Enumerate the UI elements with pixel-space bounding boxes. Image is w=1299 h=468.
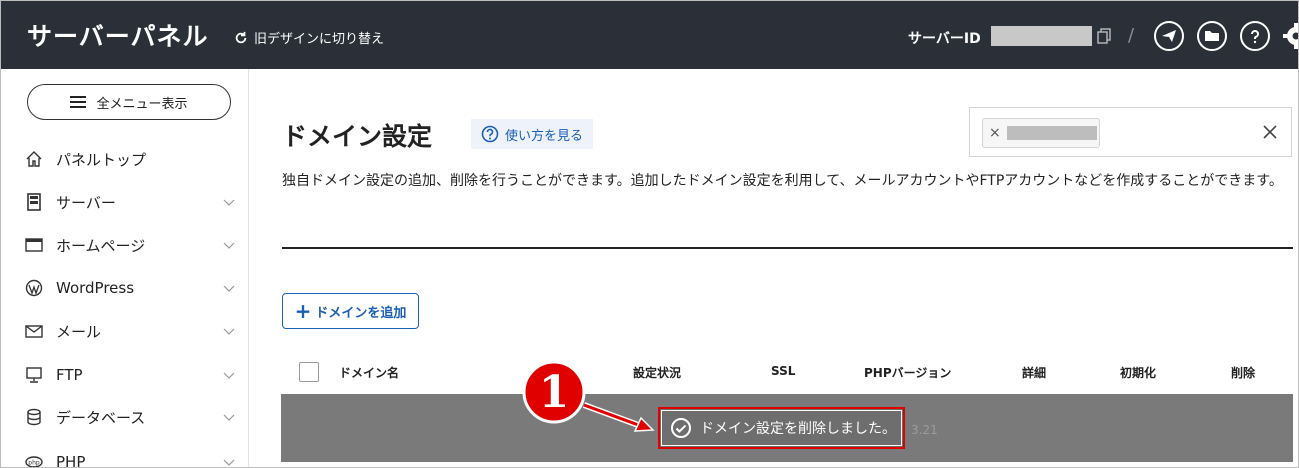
sidebar-item-server[interactable]: サーバー bbox=[9, 185, 249, 219]
help-link[interactable]: 使い方を見る bbox=[471, 119, 594, 149]
row-php-version: 3.21 bbox=[911, 423, 938, 437]
sidebar-item-homepage[interactable]: ホームページ bbox=[9, 228, 249, 262]
sidebar-item-label: メール bbox=[56, 322, 102, 341]
sidebar-item-ftp[interactable]: FTP bbox=[9, 358, 249, 392]
question-circle-icon bbox=[481, 125, 499, 143]
col-php-version: PHPバージョン bbox=[864, 366, 952, 380]
chevron-down-icon bbox=[223, 459, 235, 466]
chevron-down-icon bbox=[223, 285, 235, 292]
switch-design-link[interactable]: 旧デザインに切り替え bbox=[234, 28, 384, 47]
browser-icon bbox=[25, 236, 43, 254]
chip-value bbox=[1006, 126, 1097, 140]
sidebar-item-label: WordPress bbox=[56, 279, 135, 297]
database-icon bbox=[25, 408, 43, 426]
sidebar-item-wordpress[interactable]: WordPress bbox=[9, 271, 249, 305]
sidebar-item-label: PHP bbox=[56, 453, 86, 468]
all-menu-button[interactable]: 全メニュー表示 bbox=[27, 84, 231, 120]
sidebar-item-label: パネルトップ bbox=[56, 150, 147, 169]
col-domain-name[interactable]: ドメイン名 bbox=[339, 364, 399, 381]
section-divider bbox=[282, 247, 1293, 249]
sidebar-item-label: データベース bbox=[56, 408, 146, 427]
sidebar-item-php[interactable]: php PHP bbox=[9, 445, 249, 468]
all-menu-label: 全メニュー表示 bbox=[96, 96, 188, 112]
mail-icon bbox=[25, 322, 43, 340]
server-filter[interactable]: × bbox=[969, 107, 1292, 157]
sidebar-item-database[interactable]: データベース bbox=[9, 400, 249, 434]
filter-chip[interactable]: × bbox=[982, 118, 1100, 148]
sidebar-item-panel-top[interactable]: パネルトップ bbox=[9, 142, 249, 176]
chevron-down-icon bbox=[223, 328, 235, 335]
toast-message: ドメイン設定を削除しました。 bbox=[700, 421, 896, 437]
chevron-down-icon bbox=[223, 414, 235, 421]
annotation-badge: 1 bbox=[538, 366, 570, 418]
sidebar-item-label: FTP bbox=[56, 366, 83, 384]
brand-title[interactable]: サーバーパネル bbox=[27, 17, 209, 53]
sidebar-item-label: ホームページ bbox=[56, 236, 146, 255]
chevron-down-icon bbox=[223, 372, 235, 379]
monitor-icon bbox=[25, 366, 43, 384]
page-description: 独自ドメイン設定の追加、削除を行うことができます。追加したドメイン設定を利用して… bbox=[282, 173, 1283, 189]
send-button[interactable] bbox=[1154, 21, 1184, 51]
help-link-label: 使い方を見る bbox=[505, 128, 584, 144]
plus-icon: + bbox=[294, 299, 312, 323]
folder-icon bbox=[1205, 31, 1219, 41]
col-ssl: SSL bbox=[771, 364, 796, 378]
select-all-checkbox[interactable] bbox=[299, 362, 319, 382]
col-details: 詳細 bbox=[1022, 366, 1047, 380]
server-id-value bbox=[991, 26, 1092, 46]
question-icon bbox=[1250, 30, 1259, 44]
server-icon bbox=[25, 193, 43, 211]
switch-design-label: 旧デザインに切り替え bbox=[254, 32, 385, 47]
success-toast: ドメイン設定を削除しました。 bbox=[658, 407, 905, 449]
server-id-label: サーバーID bbox=[908, 31, 981, 47]
sidebar-item-label: サーバー bbox=[56, 193, 116, 212]
gear-icon[interactable] bbox=[1283, 23, 1299, 49]
header-divider: / bbox=[1128, 25, 1135, 46]
close-icon[interactable] bbox=[1262, 124, 1278, 140]
col-status: 設定状況 bbox=[633, 366, 682, 380]
col-reset: 初期化 bbox=[1120, 366, 1157, 380]
php-icon: php bbox=[25, 453, 43, 467]
wordpress-icon bbox=[25, 279, 43, 297]
chip-remove-icon[interactable]: × bbox=[989, 125, 1001, 141]
paper-plane-icon bbox=[1162, 30, 1176, 42]
sidebar-item-mail[interactable]: メール bbox=[9, 314, 249, 348]
page-title: ドメイン設定 bbox=[282, 122, 433, 151]
help-button[interactable] bbox=[1240, 21, 1270, 51]
hamburger-icon bbox=[70, 96, 87, 108]
copy-icon[interactable] bbox=[1097, 28, 1111, 44]
col-delete: 削除 bbox=[1231, 366, 1256, 380]
top-header: サーバーパネル 旧デザインに切り替え サーバーID / bbox=[1, 1, 1299, 69]
chevron-down-icon bbox=[223, 199, 235, 206]
sidebar: 全メニュー表示 パネルトップ サーバー ホームページ WordPress メール bbox=[9, 69, 249, 468]
add-domain-label: ドメインを追加 bbox=[315, 305, 407, 321]
app-window: サーバーパネル 旧デザインに切り替え サーバーID / 全メニュー表示 パネルト… bbox=[0, 0, 1299, 468]
chevron-down-icon bbox=[223, 242, 235, 249]
add-domain-button[interactable]: + ドメインを追加 bbox=[282, 293, 419, 329]
svg-text:php: php bbox=[28, 460, 40, 467]
home-icon bbox=[25, 150, 43, 168]
folder-button[interactable] bbox=[1197, 21, 1227, 51]
refresh-icon bbox=[235, 31, 247, 43]
check-circle-icon bbox=[671, 418, 691, 438]
